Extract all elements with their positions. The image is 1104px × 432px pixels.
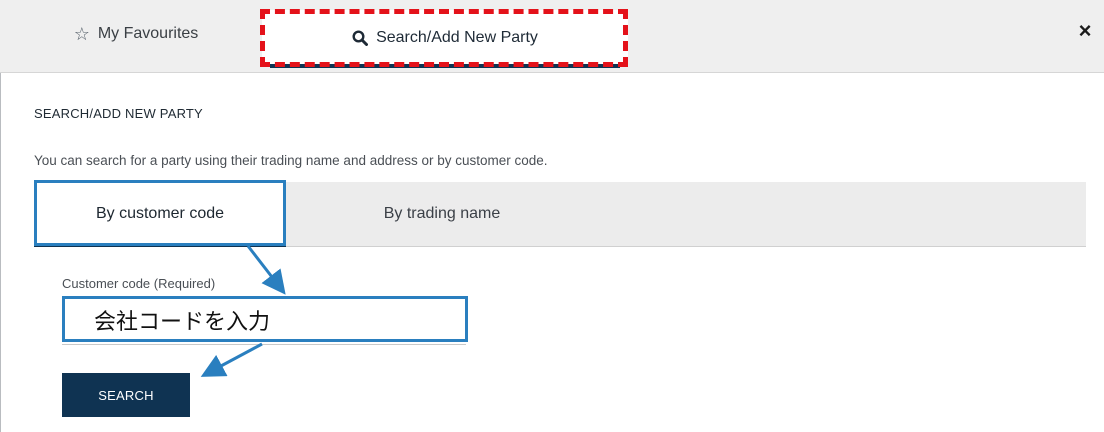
tab-by-trading-name[interactable]: By trading name	[292, 182, 592, 246]
star-outline-icon: ☆	[73, 23, 90, 44]
tab-by-trading-name-label: By trading name	[383, 205, 501, 222]
tab-search-add-new-party[interactable]: Search/Add New Party	[262, 10, 628, 68]
tab-by-customer-code-label: By customer code	[95, 205, 225, 222]
tab-my-favourites[interactable]: ☆ My Favourites	[46, 14, 226, 54]
active-subtab-indicator	[34, 244, 286, 247]
search-button[interactable]: SEARCH	[62, 373, 190, 417]
tab-my-favourites-label: My Favourites	[97, 25, 199, 42]
magnifier-icon	[352, 30, 369, 46]
customer-code-label: Customer code (Required)	[62, 276, 216, 291]
top-tab-bar: ☆ My Favourites Search/Add New Party ×	[0, 0, 1104, 73]
search-mode-tabs: By customer code By trading name	[34, 182, 1086, 247]
close-icon[interactable]: ×	[1074, 20, 1096, 42]
intro-text: You can search for a party using their t…	[34, 153, 548, 168]
active-tab-indicator	[270, 64, 620, 68]
customer-code-input[interactable]	[62, 296, 466, 344]
tab-by-customer-code[interactable]: By customer code	[34, 182, 286, 247]
page-title: SEARCH/ADD NEW PARTY	[34, 106, 203, 121]
tab-search-label: Search/Add New Party	[376, 29, 538, 46]
customer-code-field-wrapper	[62, 296, 466, 345]
